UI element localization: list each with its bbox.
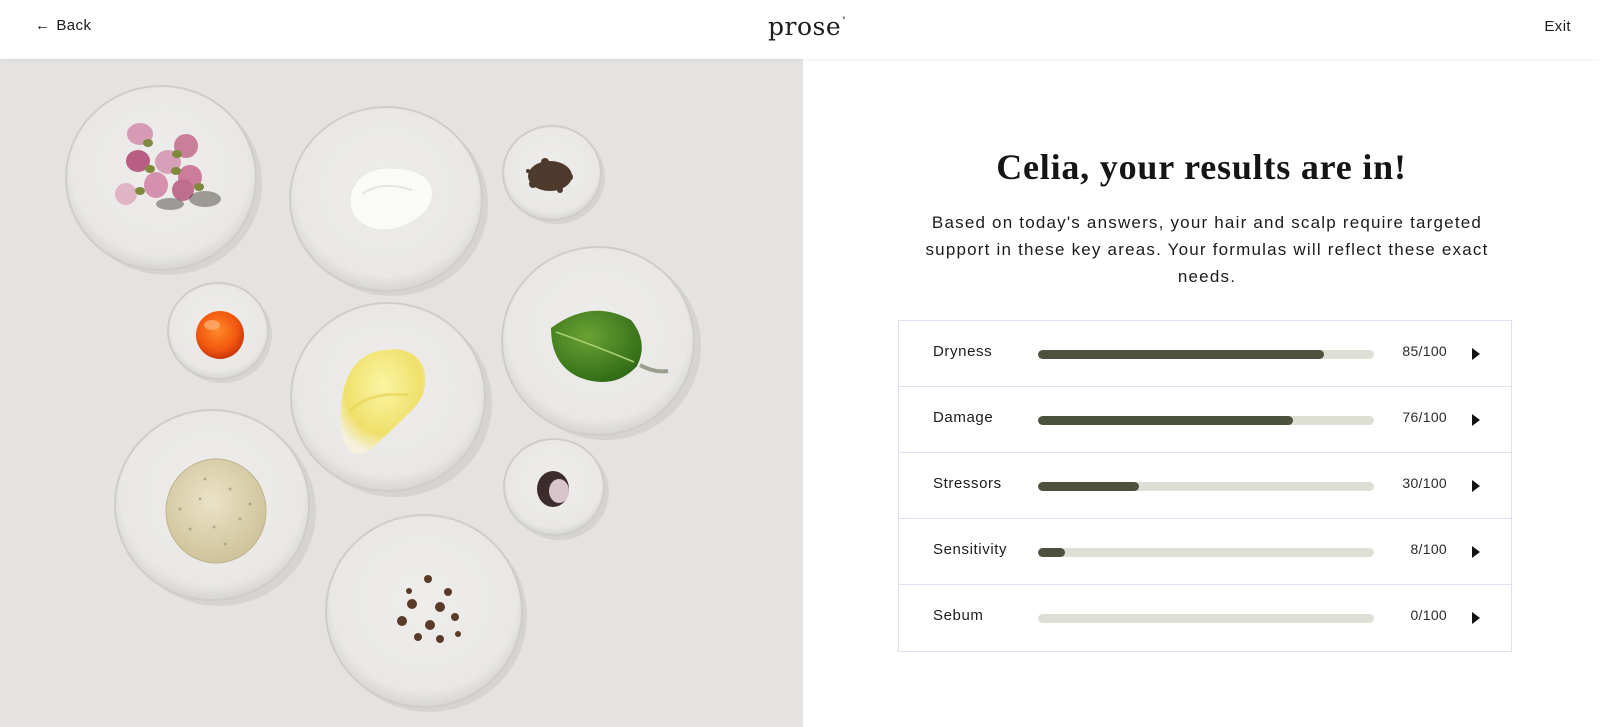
score-bar-fill bbox=[1038, 482, 1139, 491]
score-bar-fill bbox=[1038, 350, 1324, 359]
score-value: 85/100 bbox=[1402, 343, 1447, 359]
caret-right-icon bbox=[1472, 348, 1480, 360]
score-bar-track bbox=[1038, 482, 1374, 491]
results-description: Based on today's answers, your hair and … bbox=[925, 213, 1489, 286]
logo-mark: ° bbox=[842, 16, 847, 24]
caret-right-icon bbox=[1472, 480, 1480, 492]
ingredients-image bbox=[0, 59, 803, 727]
result-label: Sebum bbox=[933, 607, 984, 624]
score-bar-track bbox=[1038, 350, 1374, 359]
caret-right-icon bbox=[1472, 414, 1480, 426]
back-label: Back bbox=[56, 17, 92, 34]
back-button[interactable]: ← Back bbox=[35, 17, 91, 34]
score-value: 0/100 bbox=[1410, 607, 1447, 623]
result-row-damage[interactable]: Damage 76/100 bbox=[899, 387, 1511, 453]
score-bar-fill bbox=[1038, 416, 1294, 425]
left-arrow-icon: ← bbox=[35, 17, 51, 34]
result-row-dryness[interactable]: Dryness 85/100 bbox=[899, 321, 1511, 387]
page-title: Celia, your results are in! bbox=[996, 147, 1407, 187]
results-panel: Celia, your results are in! Based on tod… bbox=[803, 59, 1600, 727]
score-value: 30/100 bbox=[1402, 475, 1447, 491]
result-row-sebum[interactable]: Sebum 0/100 bbox=[899, 585, 1511, 651]
top-bar: ← Back prose° Exit bbox=[0, 0, 1600, 59]
result-label: Damage bbox=[933, 409, 994, 426]
caret-right-icon bbox=[1472, 546, 1480, 558]
score-value: 8/100 bbox=[1410, 541, 1447, 557]
caret-right-icon bbox=[1472, 612, 1480, 624]
score-bar-track bbox=[1038, 548, 1374, 557]
score-bar-fill bbox=[1038, 548, 1065, 557]
logo-text: prose bbox=[768, 12, 842, 41]
exit-button[interactable]: Exit bbox=[1544, 18, 1571, 35]
score-value: 76/100 bbox=[1402, 409, 1447, 425]
score-bar-track bbox=[1038, 416, 1374, 425]
results-list: Dryness 85/100 Damage 76/100 Stressors 3… bbox=[898, 320, 1512, 652]
result-label: Stressors bbox=[933, 475, 1002, 492]
score-bar-track bbox=[1038, 614, 1374, 623]
result-row-sensitivity[interactable]: Sensitivity 8/100 bbox=[899, 519, 1511, 585]
result-row-stressors[interactable]: Stressors 30/100 bbox=[899, 453, 1511, 519]
result-label: Dryness bbox=[933, 343, 993, 360]
result-label: Sensitivity bbox=[933, 541, 1008, 558]
prose-logo[interactable]: prose° bbox=[768, 12, 846, 41]
